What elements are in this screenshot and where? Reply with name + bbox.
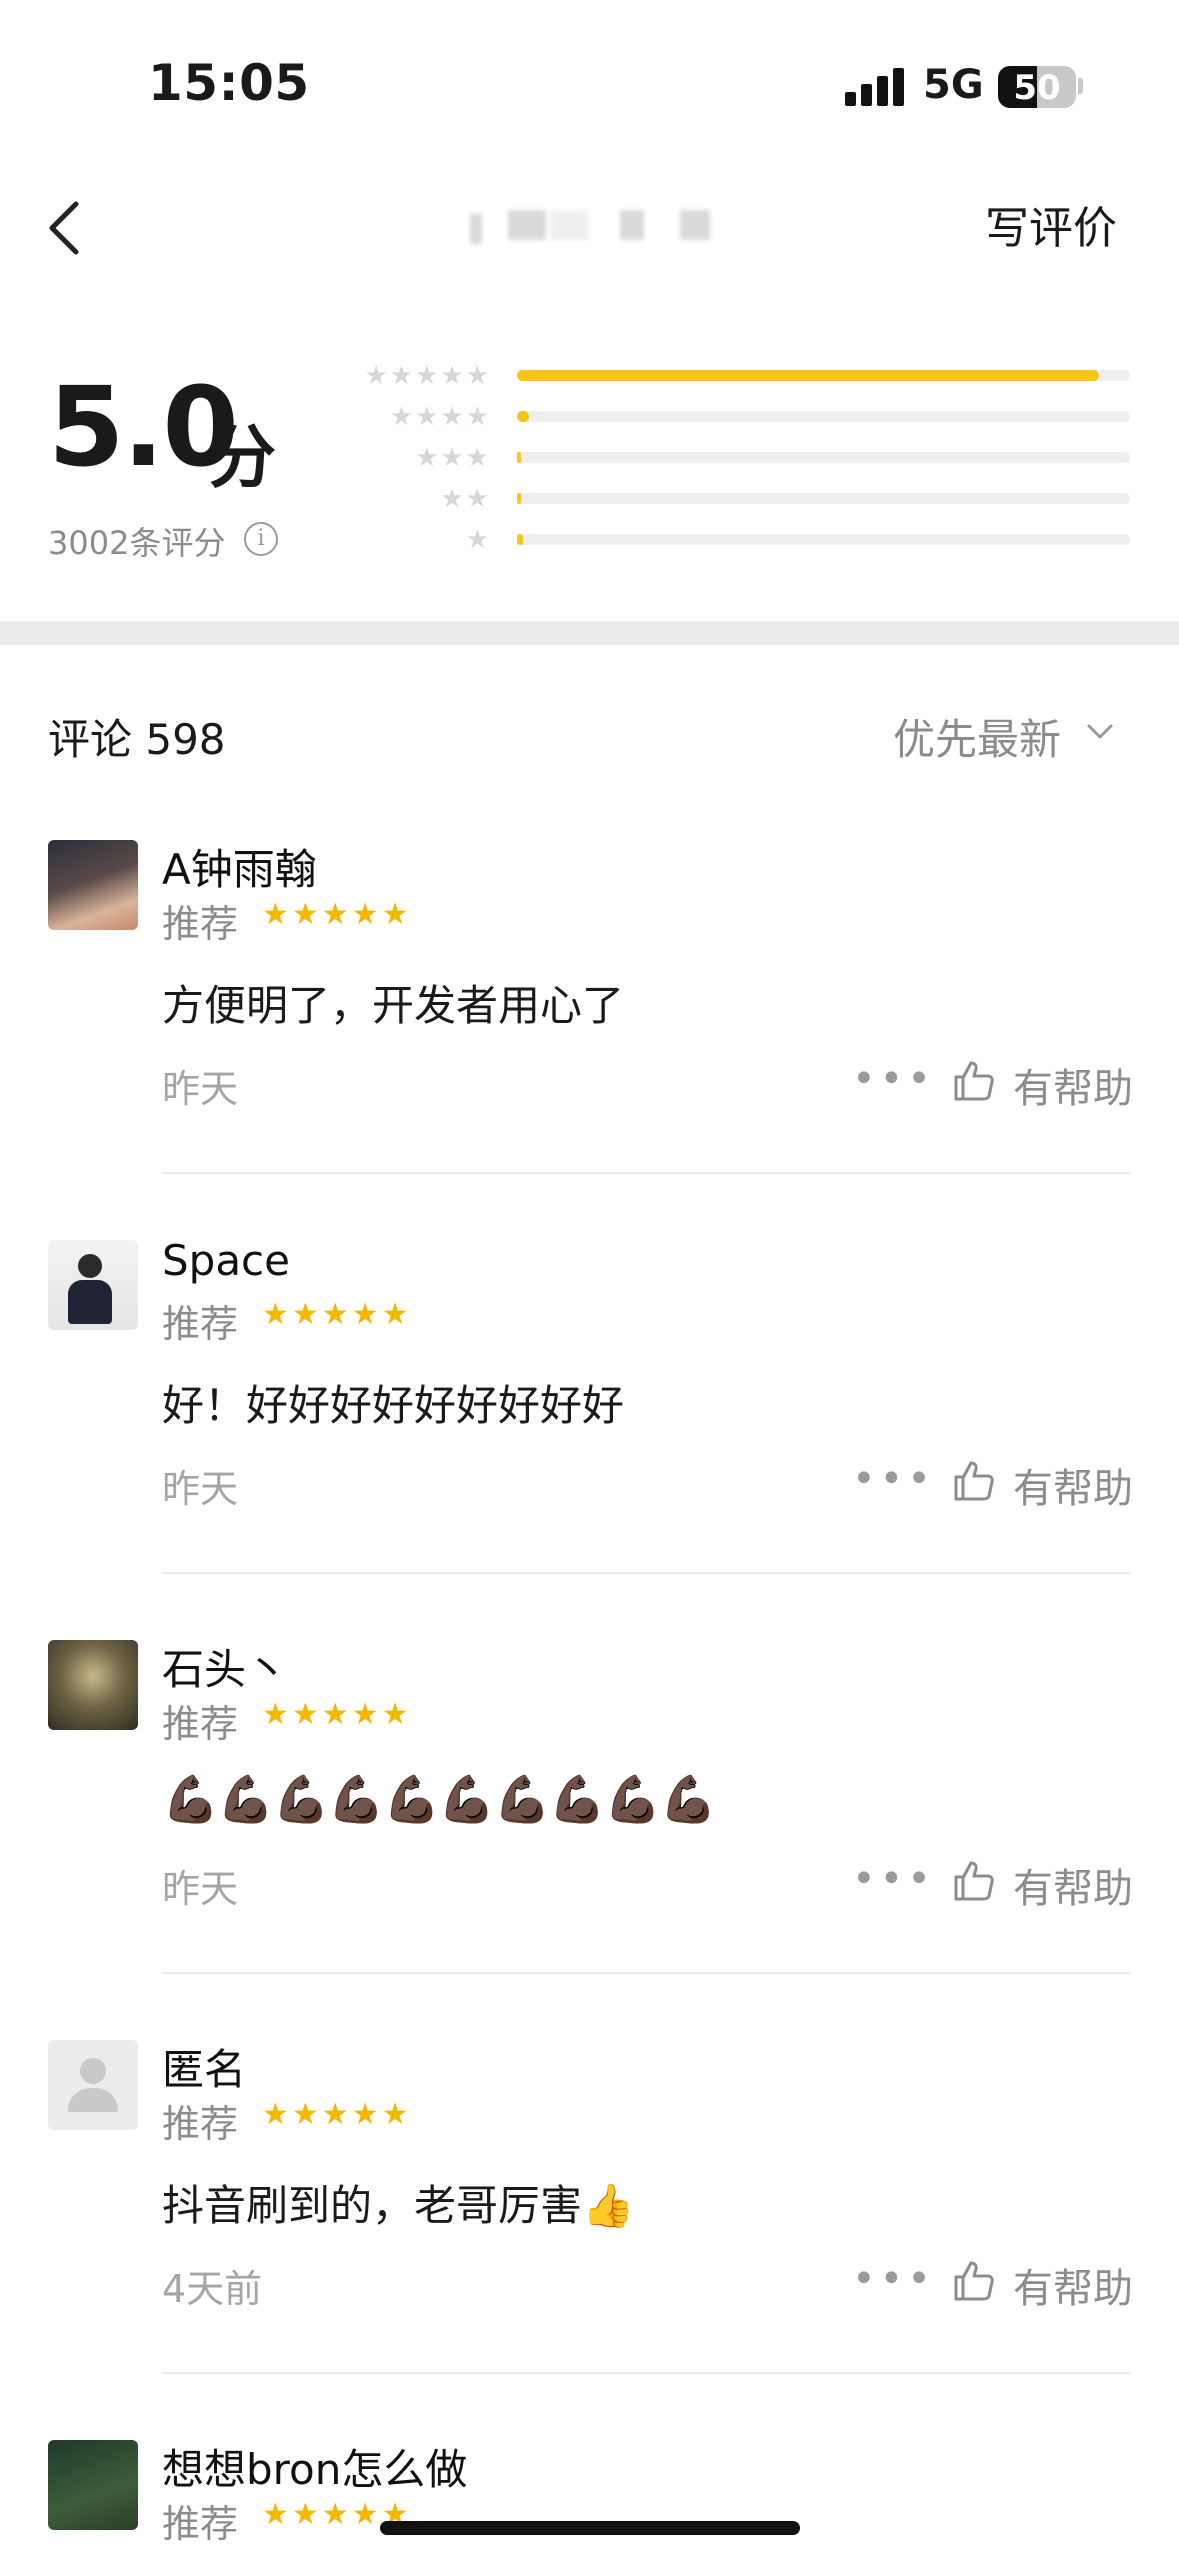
review-date: 昨天 (162, 1067, 239, 1111)
score-unit: 分 (208, 419, 277, 498)
three-star-label: ★★★ (415, 443, 491, 473)
info-icon[interactable]: i (244, 522, 278, 556)
review-text: 抖音刷到的，老哥厉害👍 (162, 2181, 635, 2230)
helpful-button[interactable]: 有帮助 (1013, 1056, 1133, 1114)
rating-bar-fill (517, 370, 1100, 381)
review-username[interactable]: A钟雨翰 (162, 836, 317, 897)
rating-bar-2 (517, 493, 1130, 504)
helpful-button[interactable]: 有帮助 (1013, 1456, 1133, 1514)
review-date: 昨天 (162, 1867, 239, 1911)
review-text: 💪🏿💪🏿💪🏿💪🏿💪🏿💪🏿💪🏿💪🏿💪🏿💪🏿 (162, 1772, 717, 1826)
review-stars: ★★★★★ (262, 2097, 412, 2132)
review-stars: ★★★★★ (262, 897, 412, 932)
review-date: 昨天 (162, 1467, 239, 1511)
helpful-button[interactable]: 有帮助 (1013, 1856, 1133, 1914)
review-tag: 推荐 (162, 1702, 239, 1746)
rating-bar-5 (517, 370, 1130, 381)
signal-icon (845, 68, 905, 106)
thumbs-up-icon[interactable] (952, 1459, 996, 1503)
rating-count: 3002条评分 (48, 524, 226, 562)
write-review-button[interactable]: 写评价 (985, 192, 1117, 256)
row-divider (162, 1572, 1131, 1574)
more-icon[interactable]: ••• (852, 1456, 935, 1502)
chevron-down-icon[interactable] (1085, 716, 1115, 746)
rating-bar-fill (517, 534, 524, 545)
five-star-label: ★★★★★ (364, 361, 491, 391)
thumbs-up-icon[interactable] (952, 1059, 996, 1103)
sort-dropdown[interactable]: 优先最新 (893, 706, 1061, 767)
review-stars: ★★★★★ (262, 1297, 412, 1332)
rating-bar-fill (517, 411, 530, 422)
review-username[interactable]: 石头丶 (162, 1636, 288, 1697)
helpful-button[interactable]: 有帮助 (1013, 2256, 1133, 2314)
thumbs-up-icon[interactable] (952, 1859, 996, 1903)
review-tag: 推荐 (162, 902, 239, 946)
avatar[interactable] (48, 1640, 138, 1730)
back-icon[interactable] (40, 196, 100, 260)
more-icon[interactable]: ••• (852, 1056, 935, 1102)
avatar[interactable] (48, 2440, 138, 2530)
comments-title: 评论 598 (48, 715, 226, 764)
four-star-label: ★★★★ (389, 402, 491, 432)
review-stars: ★★★★★ (262, 1697, 412, 1732)
thumbs-up-icon[interactable] (952, 2259, 996, 2303)
rating-bar-fill (517, 493, 521, 504)
review-text: 好！好好好好好好好好好 (162, 1381, 625, 1430)
rating-bar-4 (517, 411, 1130, 422)
battery-icon: 50 (998, 66, 1076, 108)
two-star-label: ★★ (440, 484, 491, 514)
avatar[interactable] (48, 2040, 138, 2130)
review-tag: 推荐 (162, 2502, 239, 2546)
rating-bar-fill (517, 452, 521, 463)
row-divider (162, 1172, 1131, 1174)
one-star-label: ★ (465, 525, 491, 555)
section-divider (0, 621, 1179, 645)
rating-bar-3 (517, 452, 1130, 463)
battery-level: 50 (1013, 68, 1061, 108)
review-text: 方便明了，开发者用心了 (162, 981, 625, 1030)
review-tag: 推荐 (162, 1302, 239, 1346)
app-title-blurred (470, 200, 710, 256)
home-indicator (380, 2521, 800, 2535)
battery-tip (1078, 78, 1083, 94)
more-icon[interactable]: ••• (852, 1856, 935, 1902)
avatar[interactable] (48, 1240, 138, 1330)
avatar[interactable] (48, 840, 138, 930)
more-icon[interactable]: ••• (852, 2256, 935, 2302)
review-tag: 推荐 (162, 2102, 239, 2146)
review-date: 4天前 (162, 2267, 263, 2311)
row-divider (162, 1972, 1131, 1974)
row-divider (162, 2372, 1131, 2374)
review-username[interactable]: 想想bron怎么做 (162, 2436, 467, 2497)
review-username[interactable]: 匿名 (162, 2036, 246, 2097)
network-label: 5G (923, 62, 984, 108)
rating-bar-1 (517, 534, 1130, 545)
review-username[interactable]: Space (162, 1236, 290, 1285)
status-time: 15:05 (148, 54, 310, 112)
